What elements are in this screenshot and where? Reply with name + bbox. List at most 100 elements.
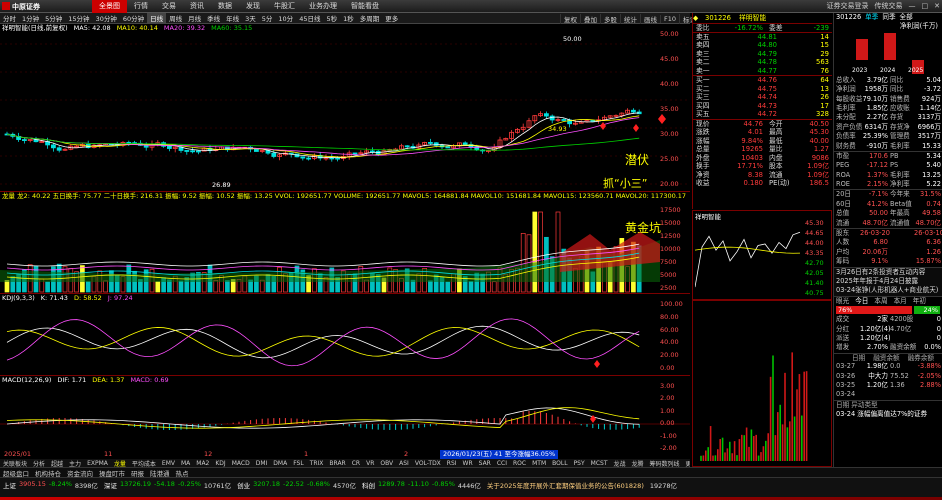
view-tab-1[interactable]: 今日 <box>855 297 868 305</box>
indicator-tab-6[interactable]: 平均成本 <box>129 459 159 468</box>
tool-tab-5[interactable]: F10 <box>660 14 679 23</box>
index-group-0[interactable]: 上证 3905.15 -8.24% 8398亿 <box>3 480 98 490</box>
indicator-tab-29[interactable]: PSY <box>571 460 588 467</box>
ticker-news[interactable]: 关于2025年度开展外汇套期保值业务的公告(601828) <box>487 480 644 490</box>
indicator-tab-28[interactable]: BOLL <box>549 460 570 467</box>
bottom-tab-2[interactable]: 资金流向 <box>64 468 96 478</box>
intraday-mini-chart[interactable]: 祥明智能 45.30 44.65 44.00 43.35 42.70 42.05 41.40… <box>692 210 832 300</box>
period-12[interactable]: 5分 <box>259 13 276 23</box>
period-18[interactable]: 更多 <box>382 13 401 23</box>
indicator-tab-15[interactable]: TRIX <box>307 460 327 467</box>
period-16[interactable]: 1秒 <box>340 13 357 23</box>
maximize-icon[interactable]: □ <box>922 2 929 10</box>
view-tab-2[interactable]: 本周 <box>874 297 887 305</box>
bottom-tab-3[interactable]: 操盘盯市 <box>96 468 128 478</box>
period-5[interactable]: 60分钟 <box>120 13 147 23</box>
classic-trade-link[interactable]: 传统交易 <box>875 1 903 11</box>
indicator-tab-9[interactable]: MA2 <box>193 460 212 467</box>
indicator-tab-7[interactable]: EMV <box>159 460 178 467</box>
indicator-tab-8[interactable]: MA <box>178 460 193 467</box>
close-icon[interactable]: ✕ <box>934 2 940 10</box>
fund-tab-0[interactable]: 单季 <box>865 13 878 22</box>
menu-5[interactable]: 发现 <box>239 0 267 13</box>
indicator-tab-0[interactable]: 关联板块 <box>0 459 30 468</box>
tool-tab-4[interactable]: 画线 <box>640 13 660 24</box>
indicator-tab-30[interactable]: MCST <box>588 460 611 467</box>
bottom-tab-6[interactable]: 热点 <box>173 468 192 478</box>
indicator-tab-31[interactable]: 龙战 <box>611 459 629 468</box>
period-11[interactable]: 3天 <box>242 13 259 23</box>
tool-tab-2[interactable]: 多股 <box>600 13 620 24</box>
period-17[interactable]: 多周期 <box>357 13 383 23</box>
period-8[interactable]: 月线 <box>185 13 204 23</box>
news-item-0[interactable]: 3月26日有2条投资者互动内容 <box>834 268 942 277</box>
bottom-tab-0[interactable]: 超级盘口 <box>0 468 32 478</box>
trade-login-link[interactable]: 证券交易登录 <box>827 1 869 11</box>
indicator-tab-10[interactable]: KDJ <box>212 460 228 467</box>
indicator-tab-11[interactable]: MACD <box>229 460 253 467</box>
period-10[interactable]: 年线 <box>223 13 242 23</box>
tool-tab-1[interactable]: 叠加 <box>580 13 600 24</box>
index-group-2[interactable]: 创业 3207.18 -22.52 -0.68% 4570亿 <box>237 480 356 490</box>
indicator-tab-20[interactable]: ASI <box>396 460 412 467</box>
indicator-tab-14[interactable]: FSL <box>290 460 307 467</box>
indicator-tab-3[interactable]: 主力 <box>66 459 84 468</box>
indicator-tab-17[interactable]: CR <box>349 460 363 467</box>
period-14[interactable]: 45日线 <box>296 13 323 23</box>
period-2[interactable]: 5分钟 <box>42 13 65 23</box>
view-tab-0[interactable]: 眼光 <box>836 297 849 305</box>
indicator-tab-22[interactable]: RSI <box>444 460 460 467</box>
indicator-tab-25[interactable]: CCI <box>494 460 510 467</box>
indicator-tab-26[interactable]: ROC <box>510 460 529 467</box>
menu-4[interactable]: 数据 <box>211 0 239 13</box>
period-3[interactable]: 15分钟 <box>65 13 92 23</box>
period-1[interactable]: 1分钟 <box>19 13 42 23</box>
news-item-1[interactable]: 2025年年报于4月24日披露 <box>834 277 942 286</box>
indicator-tab-23[interactable]: WR <box>460 460 476 467</box>
menu-3[interactable]: 资讯 <box>183 0 211 13</box>
fund-tab-1[interactable]: 同季 <box>882 13 895 22</box>
price-chart-pane[interactable]: 祥明智能(日线,前复权) MA5: 42.08 MA10: 40.14 MA20… <box>0 24 690 192</box>
menu-7[interactable]: 业务办理 <box>302 0 344 13</box>
period-6[interactable]: 日线 <box>147 13 167 23</box>
indicator-tab-34[interactable]: 更多 <box>683 459 690 468</box>
menu-8[interactable]: 智能看盘 <box>344 0 386 13</box>
kdj-pane[interactable]: KDJ(9,3,3) K: 71.43 D: 58.52 J: 97.24 10… <box>0 294 690 376</box>
fund-tab-2[interactable]: 全部 <box>900 13 913 22</box>
indicator-tab-21[interactable]: VOL-TDX <box>412 460 444 467</box>
menu-6[interactable]: 牛股汇 <box>267 0 302 13</box>
index-group-3[interactable]: 科创 1289.78 -11.10 -0.85% 4446亿 <box>362 480 481 490</box>
bottom-tab-5[interactable]: 陆港通 <box>147 468 173 478</box>
indicator-tab-16[interactable]: BRAR <box>326 460 348 467</box>
indicator-tab-24[interactable]: SAR <box>476 460 494 467</box>
minimize-icon[interactable]: — <box>909 2 916 10</box>
period-0[interactable]: 分时 <box>0 13 19 23</box>
indicator-tab-32[interactable]: 龙腾 <box>629 459 647 468</box>
indicator-tab-33[interactable]: 筹码数列线 <box>647 459 683 468</box>
volume-pane[interactable]: 龙量 龙2: 40.22 五日换手: 75.77 二十日换手: 216.31 振… <box>0 192 690 294</box>
news-item-2[interactable]: 03-24张铮(人形机器人+商业航天) <box>834 286 942 295</box>
indicator-tab-4[interactable]: EXPMA <box>84 460 111 467</box>
indicator-tab-5[interactable]: 龙量 <box>111 459 129 468</box>
bottom-tab-4[interactable]: 研报 <box>128 468 147 478</box>
period-15[interactable]: 5秒 <box>323 13 340 23</box>
menu-0[interactable]: 全景图 <box>92 0 127 13</box>
tool-tab-0[interactable]: 复权 <box>560 13 580 24</box>
view-tab-3[interactable]: 本月 <box>894 297 907 305</box>
indicator-tab-27[interactable]: MTM <box>529 460 549 467</box>
macd-pane[interactable]: MACD(12,26,9) DIF: 1.71 DEA: 1.37 MACD: … <box>0 376 690 456</box>
indicator-tab-19[interactable]: OBV <box>377 460 396 467</box>
indicator-tab-1[interactable]: 分析 <box>30 459 48 468</box>
period-9[interactable]: 季线 <box>204 13 223 23</box>
indicator-tab-12[interactable]: DMI <box>253 460 271 467</box>
indicator-tab-2[interactable]: 超越 <box>48 459 66 468</box>
indicator-tab-18[interactable]: VR <box>363 460 377 467</box>
tool-tab-3[interactable]: 统计 <box>620 13 640 24</box>
index-group-1[interactable]: 深证 13726.19 -54.18 -0.25% 10761亿 <box>104 480 231 490</box>
indicator-tab-13[interactable]: DMA <box>270 460 290 467</box>
anomaly-item[interactable]: 03-24 涨幅偏离值达7%的证券 <box>834 410 942 419</box>
period-13[interactable]: 10分 <box>275 13 296 23</box>
period-7[interactable]: 周线 <box>166 13 185 23</box>
menu-2[interactable]: 交易 <box>155 0 183 13</box>
bottom-tab-1[interactable]: 机构持仓 <box>32 468 64 478</box>
